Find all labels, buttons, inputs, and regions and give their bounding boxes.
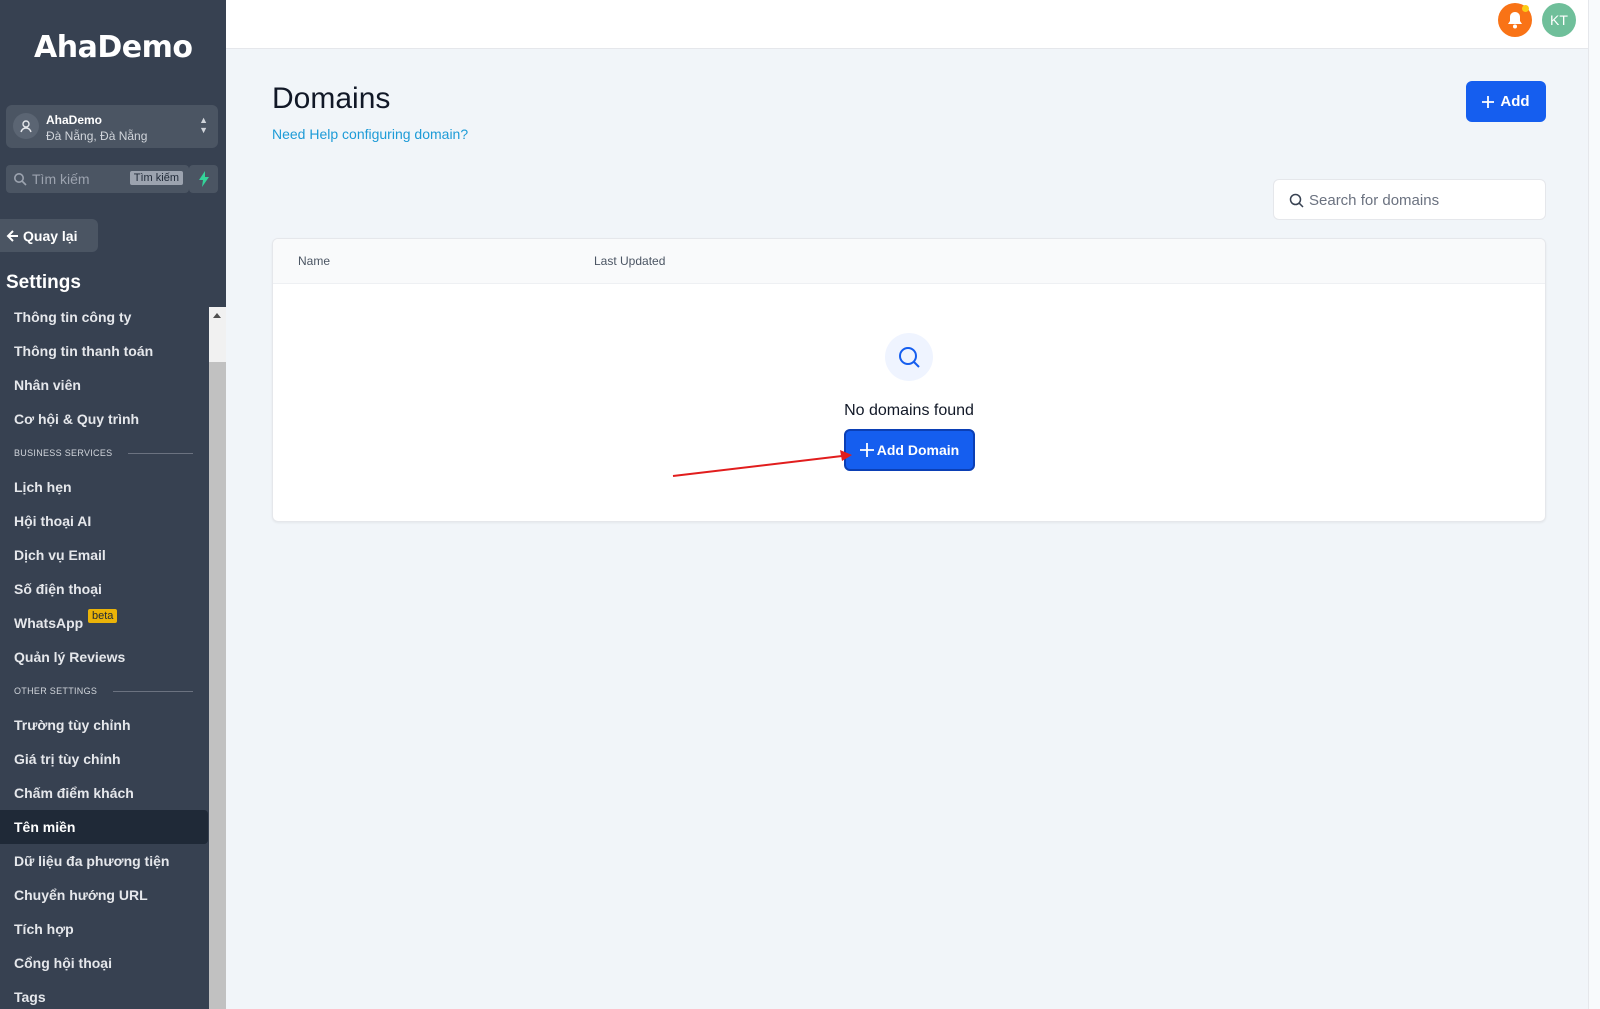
sidebar-item-phone-numbers[interactable]: Số điện thoại xyxy=(0,572,208,606)
sidebar-item-custom-fields[interactable]: Trường tùy chỉnh xyxy=(0,708,208,742)
bell-icon xyxy=(1508,12,1522,29)
search-icon xyxy=(1289,193,1304,208)
top-bar xyxy=(226,0,1600,49)
sidebar-item-whatsapp[interactable]: WhatsApp beta xyxy=(0,606,208,640)
sidebar-item-tags[interactable]: Tags xyxy=(0,980,208,1009)
settings-title: Settings xyxy=(6,272,81,293)
settings-nav: Thông tin công ty Thông tin thanh toán N… xyxy=(0,300,208,1009)
add-button-label: Add xyxy=(1500,93,1530,110)
help-link[interactable]: Need Help configuring domain? xyxy=(272,126,468,142)
sidebar-item-url-redirects[interactable]: Chuyển hướng URL xyxy=(0,878,208,912)
page-title: Domains xyxy=(272,82,391,115)
scroll-up-arrow[interactable] xyxy=(209,307,226,362)
add-button[interactable]: Add xyxy=(1466,81,1546,122)
section-business-services: BUSINESS SERVICES xyxy=(0,436,208,470)
column-name[interactable]: Name xyxy=(298,254,330,268)
app-logo[interactable]: AhaDemo xyxy=(34,30,193,65)
add-domain-label: Add Domain xyxy=(876,442,960,458)
chevron-updown-icon: ▲ ▼ xyxy=(199,115,208,135)
search-shortcut-badge: Tìm kiếm xyxy=(129,171,183,185)
user-avatar[interactable]: KT xyxy=(1542,3,1576,37)
search-icon xyxy=(14,173,27,186)
plus-icon xyxy=(1482,95,1495,108)
user-location-icon xyxy=(13,113,39,139)
magnifier-empty-icon xyxy=(885,333,933,381)
sidebar-item-integrations[interactable]: Tích hợp xyxy=(0,912,208,946)
sidebar-item-opportunities[interactable]: Cơ hội & Quy trình xyxy=(0,402,208,436)
arrow-left-icon xyxy=(6,229,18,242)
sidebar-item-calendars[interactable]: Lịch hẹn xyxy=(0,470,208,504)
sidebar-item-reviews[interactable]: Quản lý Reviews xyxy=(0,640,208,674)
sidebar-item-staff[interactable]: Nhân viên xyxy=(0,368,208,402)
sidebar-item-conversation-ai[interactable]: Hội thoại AI xyxy=(0,504,208,538)
sidebar-item-custom-values[interactable]: Giá trị tùy chỉnh xyxy=(0,742,208,776)
sidebar-search-placeholder: Tìm kiếm xyxy=(32,171,90,187)
section-other-settings: OTHER SETTINGS xyxy=(0,674,208,708)
domain-search-input[interactable]: Search for domains xyxy=(1273,179,1546,220)
plus-icon xyxy=(859,443,874,457)
notification-dot xyxy=(1522,5,1529,12)
sidebar-item-media[interactable]: Dữ liệu đa phương tiện xyxy=(0,844,208,878)
bolt-icon xyxy=(198,171,209,187)
sidebar-item-conversation-providers[interactable]: Cổng hội thoại xyxy=(0,946,208,980)
domains-table: Name Last Updated No domains found Add D… xyxy=(272,238,1546,522)
add-domain-button[interactable]: Add Domain xyxy=(844,429,975,471)
location-address: Đà Nẵng, Đà Nẵng xyxy=(46,129,148,143)
empty-state-text: No domains found xyxy=(844,402,974,419)
location-name: AhaDemo xyxy=(46,113,103,127)
sidebar-item-domains[interactable]: Tên miền xyxy=(0,810,208,844)
table-header: Name Last Updated xyxy=(273,239,1545,284)
column-last-updated[interactable]: Last Updated xyxy=(594,254,665,268)
location-switcher[interactable]: AhaDemo Đà Nẵng, Đà Nẵng ▲ ▼ xyxy=(6,105,218,148)
domain-search-placeholder: Search for domains xyxy=(1309,192,1440,209)
sidebar: AhaDemo AhaDemo Đà Nẵng, Đà Nẵng ▲ ▼ Tìm … xyxy=(0,0,226,1009)
section-other-label: OTHER SETTINGS xyxy=(14,686,98,696)
back-button[interactable]: Quay lại xyxy=(0,219,98,252)
sidebar-scrollbar[interactable] xyxy=(209,307,226,1009)
beta-badge: beta xyxy=(88,609,118,623)
notifications-button[interactable] xyxy=(1498,3,1532,37)
sidebar-item-email-services[interactable]: Dịch vụ Email xyxy=(0,538,208,572)
back-label: Quay lại xyxy=(23,227,78,244)
quick-action-button[interactable] xyxy=(189,165,218,193)
sidebar-item-scoring[interactable]: Chấm điểm khách xyxy=(0,776,208,810)
sidebar-search[interactable]: Tìm kiếm Tìm kiếm xyxy=(6,165,189,193)
section-business-label: BUSINESS SERVICES xyxy=(14,448,113,458)
page-scrollbar[interactable] xyxy=(1588,0,1600,1009)
sidebar-item-billing[interactable]: Thông tin thanh toán xyxy=(0,334,208,368)
sidebar-item-company-info[interactable]: Thông tin công ty xyxy=(0,300,208,334)
sidebar-item-whatsapp-label: WhatsApp xyxy=(14,615,84,631)
